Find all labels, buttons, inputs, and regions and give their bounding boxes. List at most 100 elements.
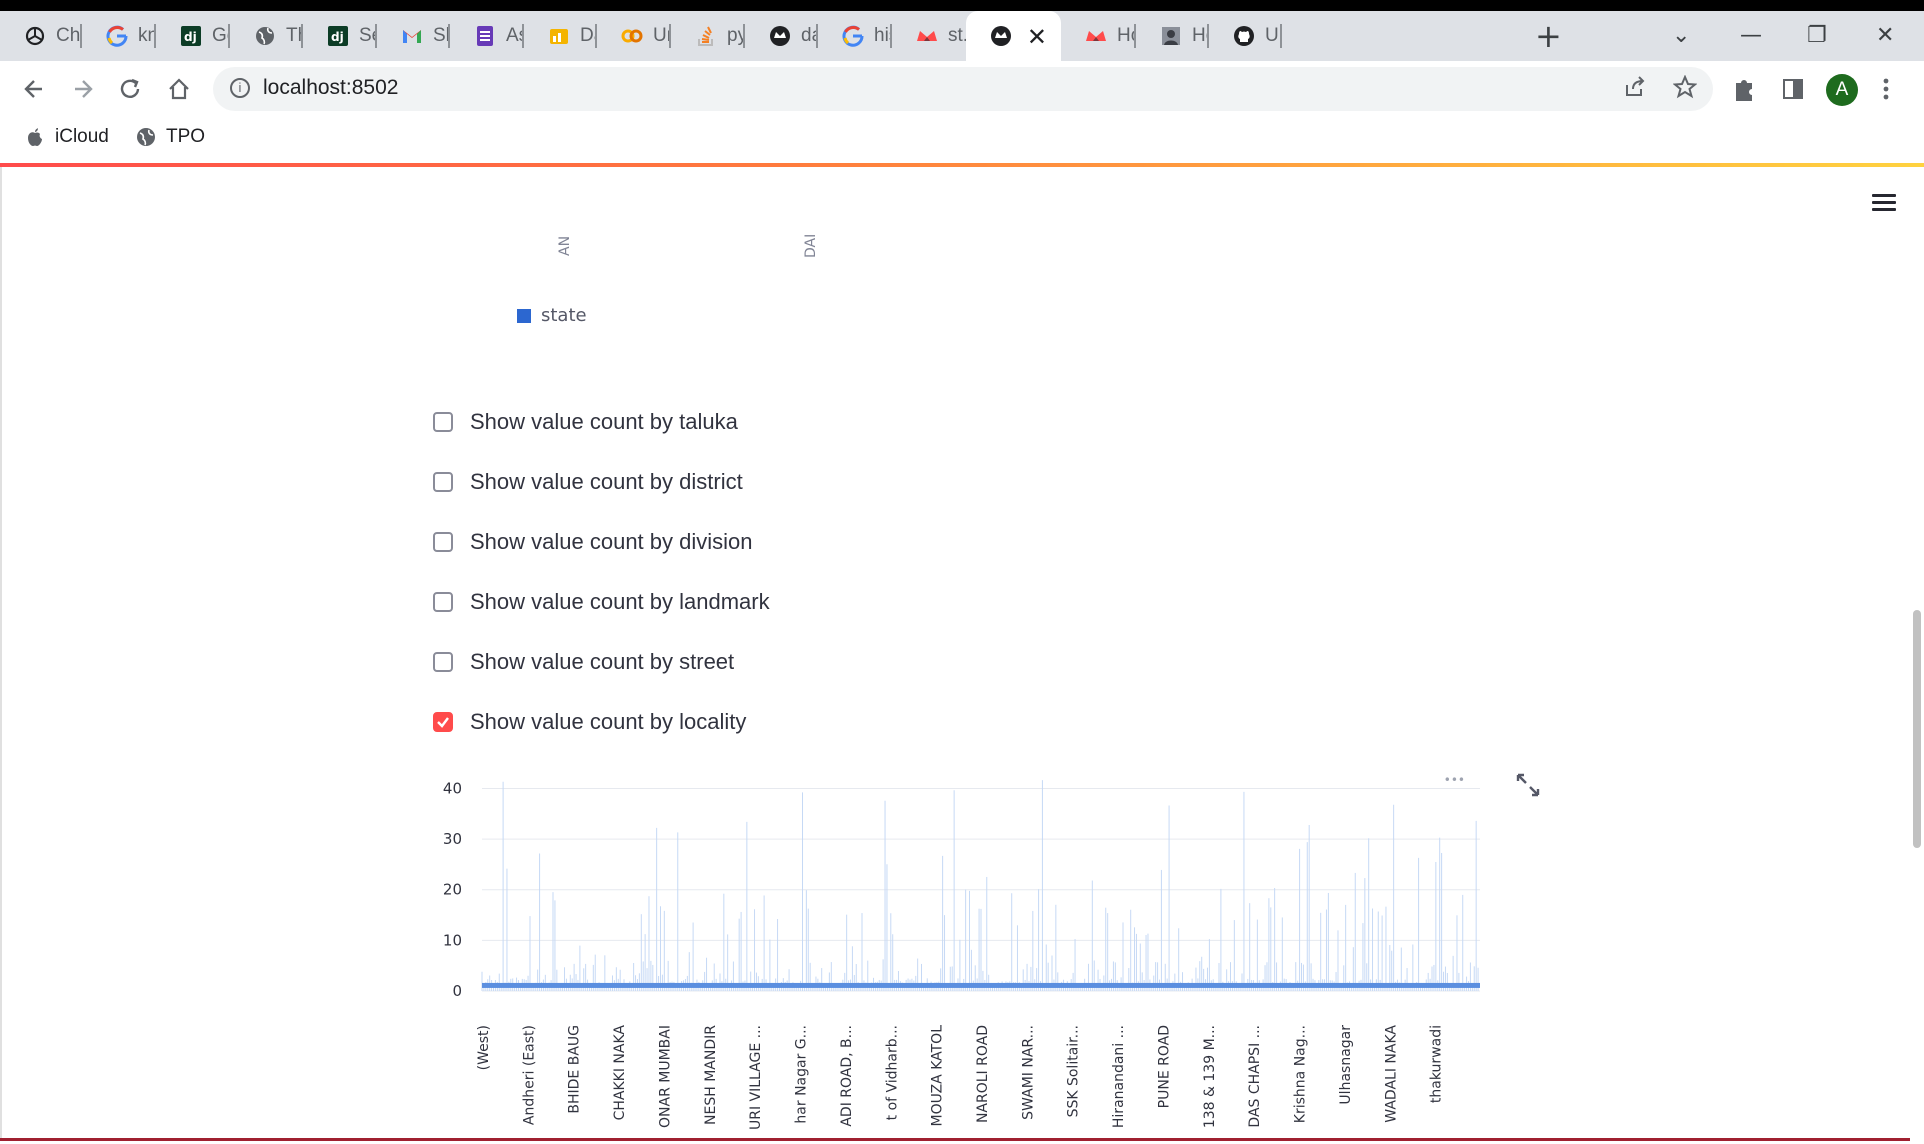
browser-tab[interactable]: ChatGPT <box>0 11 82 61</box>
bookmark-icloud[interactable]: iCloud <box>25 117 109 157</box>
side-panel-icon[interactable] <box>1781 61 1805 117</box>
close-tab-icon[interactable]: ✕ <box>1027 23 1047 51</box>
url-text[interactable]: localhost:8502 <box>263 76 398 100</box>
tab-active[interactable]: ✕ <box>966 11 1061 61</box>
y-tick-label: 20 <box>443 881 462 899</box>
x-tick-label: 138 & 139 M... <box>1202 1025 1218 1128</box>
checkbox-row[interactable]: Show value count by district <box>433 467 743 497</box>
browser-tab[interactable]: knn <box>82 11 156 61</box>
checkbox-label[interactable]: Show value count by division <box>470 529 753 555</box>
django-icon: dj <box>327 25 349 47</box>
legend-label: state <box>541 305 587 326</box>
checkbox-row[interactable]: Show value count by landmark <box>433 587 770 617</box>
x-tick-label: PUNE ROAD <box>1156 1025 1172 1108</box>
forward-icon[interactable] <box>71 61 95 117</box>
browser-tab[interactable]: How <box>1061 11 1136 61</box>
bookmark-tpo[interactable]: TPO <box>136 117 205 157</box>
x-tick-label: thakurwadi <box>1429 1025 1445 1103</box>
minimize-button[interactable]: — <box>1740 11 1762 61</box>
x-tick-label: BHIDE BAUG <box>567 1025 583 1114</box>
bookmark-star-icon[interactable] <box>1672 74 1698 105</box>
browser-tab[interactable]: Upl <box>1209 11 1282 61</box>
x-tick-label: NESH MANDIR <box>703 1025 719 1125</box>
checkbox-row[interactable]: Show value count by division <box>433 527 753 557</box>
scrollbar-thumb[interactable] <box>1913 610 1921 848</box>
close-window-button[interactable]: ✕ <box>1876 11 1894 61</box>
checkbox-row[interactable]: Show value count by street <box>433 647 734 677</box>
omnibox[interactable]: i localhost:8502 <box>213 67 1713 111</box>
browser-tab[interactable]: Unt <box>597 11 671 61</box>
checkbox-row[interactable]: Show value count by taluka <box>433 407 738 437</box>
browser-tab[interactable]: Sho <box>377 11 450 61</box>
browser-tab[interactable]: pyth <box>671 11 745 61</box>
checkbox[interactable] <box>433 592 453 612</box>
home-icon[interactable] <box>167 61 191 117</box>
x-tick-label: WADALI NAKA <box>1383 1025 1399 1123</box>
x-tick-label: Hiranandani ... <box>1111 1025 1127 1128</box>
chart-canvas[interactable]: 0 10 20 30 40 (West) Andheri (East) BHIDE BAUG C… <box>420 760 1530 1140</box>
browser-tab[interactable]: Ass <box>450 11 524 61</box>
new-tab-button[interactable]: + <box>1535 11 1562 61</box>
main-menu-icon[interactable] <box>1872 194 1896 212</box>
chart-actions-menu-icon[interactable]: ••• <box>1444 773 1465 787</box>
page-edge <box>0 167 2 1141</box>
locality-value-count-chart[interactable]: 0 10 20 30 40 (West) Andheri (East) BHIDE BAUG C… <box>420 760 1530 1144</box>
tab-strip: ChatGPTknndjGetThisdjSettShoAssDatUntpyt… <box>0 11 1924 61</box>
extensions-icon[interactable] <box>1732 61 1756 117</box>
browser-tab[interactable]: st.p <box>892 11 966 61</box>
previous-chart-tick: AN <box>557 235 573 256</box>
google-icon <box>106 25 128 47</box>
bar-baseline[interactable] <box>482 982 1480 988</box>
browser-tab[interactable]: djGet <box>156 11 230 61</box>
gmail-icon <box>401 25 423 47</box>
browser-tab[interactable]: data <box>745 11 818 61</box>
globe-icon <box>254 25 276 47</box>
restore-button[interactable]: ❐ <box>1807 11 1827 61</box>
address-bar: i localhost:8502 A <box>0 61 1924 117</box>
checkbox-label[interactable]: Show value count by locality <box>470 709 746 735</box>
checkbox[interactable] <box>433 532 453 552</box>
streamlit-crown-icon <box>1085 25 1107 47</box>
browser-tab[interactable]: hist <box>818 11 892 61</box>
share-icon[interactable] <box>1623 75 1647 105</box>
checkbox-checked[interactable] <box>433 712 453 732</box>
browser-tab[interactable]: djSett <box>303 11 377 61</box>
portrait-icon <box>1160 25 1182 47</box>
globe-icon <box>136 127 156 147</box>
browser-tab[interactable]: How <box>1136 11 1209 61</box>
apple-icon <box>25 127 45 147</box>
bookmark-label: TPO <box>166 126 206 147</box>
menu-kebab-icon[interactable] <box>1881 61 1891 117</box>
tab-label: ChatGPT <box>56 25 82 46</box>
x-tick-label: ONAR MUMBAI <box>657 1025 673 1128</box>
checkbox[interactable] <box>433 472 453 492</box>
checkbox-label[interactable]: Show value count by street <box>470 649 734 675</box>
x-tick-label: CHAKKI NAKA <box>612 1025 628 1121</box>
x-tick-label: SWAMI NAR... <box>1020 1025 1036 1120</box>
y-tick-label: 10 <box>443 931 462 949</box>
checkbox-label[interactable]: Show value count by district <box>470 469 743 495</box>
svg-text:dj: dj <box>331 30 344 44</box>
checkbox[interactable] <box>433 652 453 672</box>
profile-avatar[interactable]: A <box>1826 74 1858 106</box>
checkbox[interactable] <box>433 412 453 432</box>
reload-icon[interactable] <box>119 61 143 117</box>
openai-icon <box>24 25 46 47</box>
tab-search-icon[interactable]: ⌄ <box>1672 11 1690 61</box>
browser-tab[interactable]: Dat <box>524 11 597 61</box>
checkbox-label[interactable]: Show value count by taluka <box>470 409 738 435</box>
fullscreen-expand-icon[interactable] <box>1515 772 1541 798</box>
previous-chart-tick: DAI <box>803 233 819 258</box>
forms-icon <box>474 25 496 47</box>
bookmark-label: iCloud <box>55 126 109 147</box>
site-info-icon[interactable]: i <box>230 78 250 98</box>
stackoverflow-icon <box>695 25 717 47</box>
checkbox-row[interactable]: Show value count by locality <box>433 707 746 737</box>
back-icon[interactable] <box>22 61 46 117</box>
svg-text:dj: dj <box>184 30 197 44</box>
checkbox-label[interactable]: Show value count by landmark <box>470 589 770 615</box>
y-tick-label: 0 <box>452 982 462 1000</box>
x-tick-label: SSK Solitair... <box>1066 1025 1082 1117</box>
browser-tab[interactable]: This <box>230 11 303 61</box>
bookmarks-bar: iCloud TPO <box>0 117 1924 162</box>
